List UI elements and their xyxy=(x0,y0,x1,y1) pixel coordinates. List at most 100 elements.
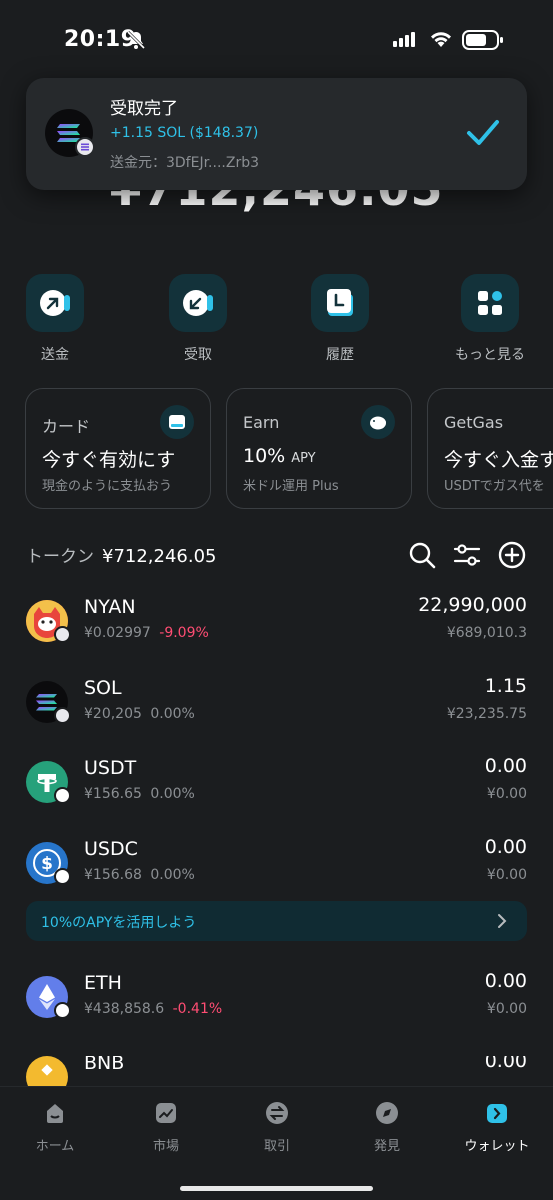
token-amount: 0.00 xyxy=(484,755,527,777)
wallet-icon xyxy=(487,1104,507,1123)
token-amount: 0.00 xyxy=(484,836,527,858)
token-price-value: ¥156.65 xyxy=(84,786,142,802)
bottom-nav: ホーム 市場 取引 発見 ウォレット xyxy=(0,1086,553,1200)
nav-trade[interactable]: 取引 xyxy=(232,1101,322,1154)
card-promo-card[interactable]: カード 今すぐ有効にす 現金のように支払おう xyxy=(25,388,211,509)
multichain-badge-icon xyxy=(54,787,71,804)
receive-label: 受取 xyxy=(184,347,212,363)
nav-label: 発見 xyxy=(373,1139,400,1154)
nav-label: 取引 xyxy=(263,1139,290,1154)
card-main: 今すぐ有効にす xyxy=(42,449,176,471)
toast-title: 受取完了 xyxy=(110,99,178,119)
bell-muted-icon xyxy=(126,30,146,50)
piggy-bank-icon xyxy=(361,405,395,439)
getgas-main: 今すぐ入金す xyxy=(444,449,553,471)
card-icon xyxy=(160,405,194,439)
token-symbol: NYAN xyxy=(84,596,136,618)
apy-promo-banner[interactable]: 10%のAPYを活用しよう xyxy=(26,901,527,941)
token-row-nyan[interactable]: NYAN ¥0.02997 -9.09% 22,990,000 ¥689,010… xyxy=(0,594,553,680)
receive-icon xyxy=(183,290,213,316)
receive-complete-toast[interactable]: 受取完了 +1.15 SOL ($148.37) 送金元：3DfEJr....Z… xyxy=(26,78,527,190)
nav-market[interactable]: 市場 xyxy=(121,1101,211,1154)
token-change: -0.41% xyxy=(172,1001,223,1017)
token-price-value: ¥20,205 xyxy=(84,706,142,722)
earn-apy-value: 10% xyxy=(243,445,286,467)
nav-discover[interactable]: 発見 xyxy=(342,1101,432,1154)
history-action[interactable]: 履歴 xyxy=(295,274,385,364)
token-row-bnb[interactable]: BNB 0.00 xyxy=(0,1056,553,1086)
token-amount: 0.00 xyxy=(484,970,527,992)
token-change: 0.00% xyxy=(150,706,195,722)
token-row-usdt[interactable]: USDT ¥156.65 0.00% 0.00 ¥0.00 xyxy=(0,755,553,841)
token-value: ¥689,010.3 xyxy=(446,625,527,641)
token-change: 0.00% xyxy=(150,786,195,802)
token-amount: 1.15 xyxy=(484,675,527,697)
more-grid-icon xyxy=(478,291,502,315)
send-action[interactable]: 送金 xyxy=(10,274,100,364)
solana-chain-badge-icon xyxy=(54,626,71,643)
cellular-signal-icon xyxy=(393,32,415,47)
send-label: 送金 xyxy=(41,347,69,363)
search-icon[interactable] xyxy=(407,540,437,570)
earn-promo-card[interactable]: Earn 10% APY 米ドル運用 Plus xyxy=(226,388,412,509)
token-symbol: ETH xyxy=(84,972,122,994)
tokens-total: ¥712,246.05 xyxy=(102,546,217,567)
token-price-value: ¥438,858.6 xyxy=(84,1001,165,1017)
token-value: ¥0.00 xyxy=(486,786,527,802)
home-icon xyxy=(47,1104,63,1123)
multichain-badge-icon xyxy=(54,1002,71,1019)
chevron-right-icon xyxy=(498,914,507,928)
token-price: ¥438,858.6 -0.41% xyxy=(84,1001,222,1017)
token-price: ¥156.65 0.00% xyxy=(84,786,195,802)
token-price-value: ¥0.02997 xyxy=(84,625,151,641)
token-value: ¥0.00 xyxy=(486,867,527,883)
wifi-icon xyxy=(431,32,451,47)
earn-sub: 米ドル運用 Plus xyxy=(243,479,339,494)
token-change: 0.00% xyxy=(150,867,195,883)
token-row-sol[interactable]: SOL ¥20,205 0.00% 1.15 ¥23,235.75 xyxy=(0,675,553,761)
swap-icon xyxy=(266,1102,288,1124)
token-price: ¥156.68 0.00% xyxy=(84,867,195,883)
token-change: -9.09% xyxy=(159,625,209,641)
market-chart-icon xyxy=(156,1103,176,1123)
nav-label: ホーム xyxy=(35,1139,75,1154)
add-token-icon[interactable] xyxy=(497,540,527,570)
token-symbol: USDT xyxy=(84,757,137,779)
token-value: ¥0.00 xyxy=(486,1001,527,1017)
token-price-value: ¥156.68 xyxy=(84,867,142,883)
solana-chain-badge-icon xyxy=(54,707,71,724)
history-label: 履歴 xyxy=(326,347,354,363)
nav-label: ウォレット xyxy=(464,1139,530,1154)
earn-apy: 10% APY xyxy=(243,445,316,467)
token-row-eth[interactable]: ETH ¥438,858.6 -0.41% 0.00 ¥0.00 xyxy=(0,970,553,1056)
tokens-header: トークン ¥712,246.05 xyxy=(26,542,217,567)
receive-action[interactable]: 受取 xyxy=(153,274,243,364)
toast-sender: 送金元：3DfEJr....Zrb3 xyxy=(110,155,260,171)
battery-icon xyxy=(462,30,503,50)
multichain-badge-icon xyxy=(54,868,71,885)
nav-home[interactable]: ホーム xyxy=(10,1101,100,1154)
more-action[interactable]: もっと見る xyxy=(445,274,535,364)
solana-chain-badge-icon xyxy=(75,137,95,157)
token-amount: 0.00 xyxy=(484,1056,527,1072)
history-icon xyxy=(327,289,353,316)
checkmark-icon xyxy=(467,120,499,145)
filter-icon[interactable] xyxy=(452,540,482,570)
earn-apy-suffix: APY xyxy=(291,451,316,466)
getgas-promo-card[interactable]: GetGas 今すぐ入金す USDTでガス代を xyxy=(427,388,553,509)
earn-title: Earn xyxy=(243,413,280,432)
tokens-label: トークン xyxy=(26,547,94,567)
nav-wallet[interactable]: ウォレット xyxy=(452,1101,542,1154)
token-price: ¥0.02997 -9.09% xyxy=(84,625,209,641)
token-value: ¥23,235.75 xyxy=(446,706,527,722)
promo-text: 10%のAPYを活用しよう xyxy=(41,915,197,931)
toast-amount: +1.15 SOL ($148.37) xyxy=(110,125,259,141)
compass-icon xyxy=(376,1102,398,1124)
home-indicator xyxy=(180,1186,373,1191)
getgas-sub: USDTでガス代を xyxy=(444,479,545,494)
token-symbol: SOL xyxy=(84,677,122,699)
status-bar: 20:19 xyxy=(0,0,553,80)
more-label: もっと見る xyxy=(455,347,525,363)
nav-label: 市場 xyxy=(152,1139,179,1154)
token-amount: 22,990,000 xyxy=(418,594,527,616)
